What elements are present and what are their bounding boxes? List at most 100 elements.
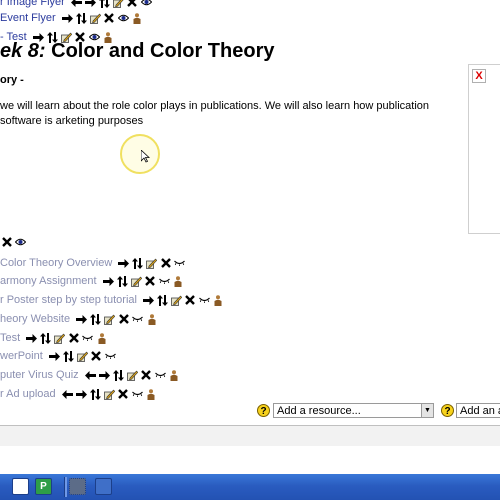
right-arrow-icon[interactable] xyxy=(48,350,61,362)
resource-edit-icons xyxy=(142,294,226,306)
activity-link[interactable]: r Image Flyer xyxy=(0,0,65,8)
edit-icon[interactable] xyxy=(130,275,143,287)
move-updown-icon[interactable] xyxy=(116,275,129,287)
move-updown-icon[interactable] xyxy=(156,294,169,306)
delete-icon[interactable] xyxy=(103,12,116,24)
resource-link[interactable]: armony Assignment xyxy=(0,275,97,287)
right-arrow-icon[interactable] xyxy=(61,12,74,24)
week-number: ek 8: xyxy=(0,40,46,62)
list-item: werPoint xyxy=(0,350,118,362)
edit-icon[interactable] xyxy=(53,332,66,344)
person-icon[interactable] xyxy=(168,369,181,381)
resource-edit-icons xyxy=(25,332,109,344)
move-updown-icon[interactable] xyxy=(75,12,88,24)
hide-icon[interactable] xyxy=(158,275,171,287)
hide-icon[interactable] xyxy=(154,369,167,381)
resource-edit-icons xyxy=(75,313,159,325)
hide-icon[interactable] xyxy=(131,313,144,325)
add-activity-select[interactable]: Add an a xyxy=(456,403,500,418)
add-resource-select[interactable]: Add a resource... ▼ xyxy=(273,403,434,418)
delete-icon[interactable] xyxy=(184,294,197,306)
move-updown-icon[interactable] xyxy=(112,369,125,381)
resource-link[interactable]: heory Website xyxy=(0,313,70,325)
list-item: heory Website xyxy=(0,313,159,325)
close-icon[interactable]: X xyxy=(472,69,486,83)
right-arrow-icon[interactable] xyxy=(117,257,130,269)
resource-link[interactable]: r Poster step by step tutorial xyxy=(0,294,137,306)
delete-icon[interactable] xyxy=(117,313,130,325)
edit-icon[interactable] xyxy=(89,12,102,24)
activity-link[interactable]: Event Flyer xyxy=(0,12,56,24)
person-icon[interactable] xyxy=(95,332,108,344)
show-desktop-icon[interactable] xyxy=(69,478,86,495)
move-updown-icon[interactable] xyxy=(98,0,111,8)
move-updown-icon[interactable] xyxy=(62,350,75,362)
edit-icon[interactable] xyxy=(126,369,139,381)
list-item: Color Theory Overview xyxy=(0,257,187,269)
week-summary: we will learn about the role color plays… xyxy=(0,100,430,127)
right-arrow-icon[interactable] xyxy=(75,313,88,325)
edit-icon[interactable] xyxy=(103,313,116,325)
resource-link[interactable]: Test xyxy=(0,332,20,344)
right-arrow-icon[interactable] xyxy=(102,275,115,287)
hide-icon[interactable] xyxy=(104,350,117,362)
right-arrow-icon[interactable] xyxy=(84,0,97,8)
chevron-down-icon[interactable]: ▼ xyxy=(421,404,433,417)
resource-link[interactable]: r Ad upload xyxy=(0,388,56,400)
left-arrow-icon[interactable] xyxy=(70,0,83,8)
right-arrow-icon[interactable] xyxy=(98,369,111,381)
person-icon[interactable] xyxy=(145,388,158,400)
eye-icon[interactable] xyxy=(14,236,27,248)
hide-icon[interactable] xyxy=(81,332,94,344)
edit-icon[interactable] xyxy=(76,350,89,362)
right-arrow-icon[interactable] xyxy=(142,294,155,306)
add-activity-value: Add an a xyxy=(460,405,500,417)
delete-icon[interactable] xyxy=(67,332,80,344)
resource-edit-icons xyxy=(117,257,187,269)
taskbar-app-icon[interactable] xyxy=(12,478,29,495)
move-updown-icon[interactable] xyxy=(39,332,52,344)
move-updown-icon[interactable] xyxy=(131,257,144,269)
move-updown-icon[interactable] xyxy=(89,388,102,400)
person-icon[interactable] xyxy=(145,313,158,325)
delete-icon[interactable] xyxy=(90,350,103,362)
move-updown-icon[interactable] xyxy=(89,313,102,325)
left-arrow-icon[interactable] xyxy=(61,388,74,400)
help-icon[interactable]: ? xyxy=(257,404,270,417)
add-resource-value: Add a resource... xyxy=(277,405,361,417)
taskbar-window-icon[interactable] xyxy=(95,478,112,495)
hide-icon[interactable] xyxy=(198,294,211,306)
resource-edit-icons xyxy=(48,350,118,362)
resource-link[interactable]: Color Theory Overview xyxy=(0,257,112,269)
activity-row: Event Flyer xyxy=(0,12,145,24)
eye-icon[interactable] xyxy=(117,12,130,24)
taskbar-separator xyxy=(64,477,67,497)
powerpoint-icon[interactable]: P xyxy=(35,478,52,495)
hide-icon[interactable] xyxy=(173,257,186,269)
edit-icon[interactable] xyxy=(170,294,183,306)
resource-link[interactable]: puter Virus Quiz xyxy=(0,369,79,381)
left-arrow-icon[interactable] xyxy=(84,369,97,381)
resource-link[interactable]: werPoint xyxy=(0,350,43,362)
resource-edit-icons xyxy=(84,369,182,381)
edit-icon[interactable] xyxy=(112,0,125,8)
delete-icon[interactable] xyxy=(144,275,157,287)
delete-icon[interactable] xyxy=(140,369,153,381)
person-icon[interactable] xyxy=(172,275,185,287)
delete-icon[interactable] xyxy=(117,388,130,400)
hide-icon[interactable] xyxy=(131,388,144,400)
person-icon[interactable] xyxy=(212,294,225,306)
right-arrow-icon[interactable] xyxy=(25,332,38,344)
delete-icon[interactable] xyxy=(0,236,13,248)
resource-edit-icons xyxy=(61,388,159,400)
status-bar xyxy=(0,426,500,446)
edit-icon[interactable] xyxy=(103,388,116,400)
delete-icon[interactable] xyxy=(126,0,139,8)
help-icon[interactable]: ? xyxy=(441,404,454,417)
edit-icon[interactable] xyxy=(145,257,158,269)
right-arrow-icon[interactable] xyxy=(75,388,88,400)
delete-icon[interactable] xyxy=(159,257,172,269)
person-icon[interactable] xyxy=(131,12,144,24)
activity-edit-icons xyxy=(61,12,145,24)
eye-icon[interactable] xyxy=(140,0,153,8)
